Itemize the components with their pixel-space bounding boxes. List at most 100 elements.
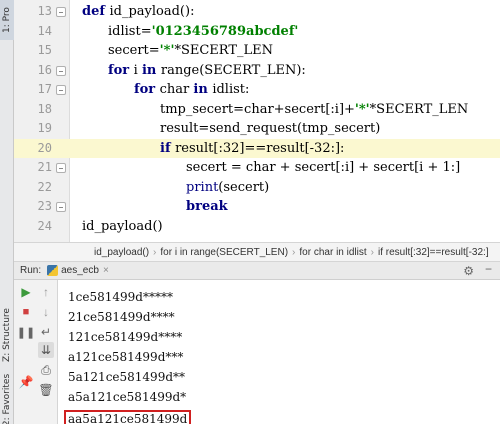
code-line[interactable]: 24 id_payload() xyxy=(14,217,500,237)
soft-wrap-icon[interactable]: ↵ xyxy=(38,324,54,340)
console-line-partial: --- ---- ----- xyxy=(68,280,124,286)
breadcrumb: id_payload() › for i in range(SECERT_LEN) ›… xyxy=(14,242,500,262)
line-number: 19 xyxy=(37,121,52,135)
code-text: tmp_secert=char+secert[:i]+'*'*SECERT_LE… xyxy=(160,100,468,120)
code-token: in xyxy=(141,62,161,78)
fold-marker-icon[interactable] xyxy=(56,65,66,76)
run-tab-label: aes_ecb xyxy=(61,265,99,276)
line-number: 13 xyxy=(37,4,52,18)
code-line[interactable]: 22 print(secert) xyxy=(14,178,500,198)
pause-icon[interactable]: ❚❚ xyxy=(17,324,35,340)
console-output[interactable]: --- ---- ----- 1ce581499d***** 21ce581499… xyxy=(58,280,500,424)
close-icon[interactable]: × xyxy=(103,265,109,276)
code-line[interactable]: 17 for char in idlist: xyxy=(14,80,500,100)
code-text: for i in range(SECERT_LEN): xyxy=(108,61,306,81)
code-text: result=send_request(tmp_secert) xyxy=(160,119,380,139)
code-editor[interactable]: 13 def id_payload(): 14 idlist='0123456789a… xyxy=(14,0,500,242)
line-number: 20 xyxy=(37,140,52,155)
minimize-icon[interactable]: − xyxy=(485,262,492,276)
code-token: (secert) xyxy=(218,179,270,195)
favorites-tool-tab[interactable]: 2: Favorites xyxy=(0,374,14,424)
code-text: secert='*'*SECERT_LEN xyxy=(108,41,273,61)
console-line: a5a121ce581499d* xyxy=(68,390,187,404)
breadcrumb-item[interactable]: for char in idlist xyxy=(299,247,366,258)
line-number: 16 xyxy=(37,62,52,77)
structure-tool-tab[interactable]: Z: Structure xyxy=(0,300,14,370)
line-number: 14 xyxy=(37,23,52,38)
code-token: '*' xyxy=(159,43,175,58)
code-line[interactable]: 14 idlist='0123456789abcdef' xyxy=(14,22,500,42)
breadcrumb-separator: › xyxy=(370,246,374,258)
console-line: 121ce581499d**** xyxy=(68,330,183,344)
code-text: secert = char + secert[:i] + secert[i + … xyxy=(186,158,460,178)
code-line[interactable]: 13 def id_payload(): xyxy=(14,2,500,22)
line-number: 24 xyxy=(37,218,52,233)
code-token: secert= xyxy=(108,43,160,58)
code-token: *SECERT_LEN xyxy=(174,43,273,58)
scroll-to-end-icon[interactable]: ⇊ xyxy=(38,342,54,358)
code-token: idlist: xyxy=(212,82,250,97)
breadcrumb-item[interactable]: if result[:32]==result[-32:] xyxy=(378,247,489,258)
breadcrumb-item[interactable]: for i in range(SECERT_LEN) xyxy=(160,247,288,258)
code-text: id_payload() xyxy=(82,217,163,237)
play-icon[interactable]: ▶ xyxy=(18,284,34,300)
print-icon[interactable]: ⎙ xyxy=(38,362,54,378)
code-text: if result[:32]==result[-32:]: xyxy=(160,139,344,159)
code-text: break xyxy=(186,197,228,217)
run-toolbar: ▶ ↑ ■ ↓ ↵ ❚❚ ⇊ ⎙ 📌 🗑 xyxy=(14,280,58,424)
stop-icon[interactable]: ■ xyxy=(18,304,34,320)
console-line: 5a121ce581499d** xyxy=(68,370,186,384)
arrow-down-icon[interactable]: ↓ xyxy=(38,304,54,320)
code-token: idlist= xyxy=(108,23,152,39)
gear-icon[interactable]: ⚙ xyxy=(463,264,474,278)
code-token: print xyxy=(186,179,219,195)
structure-tab-label: Z: Structure xyxy=(2,308,12,362)
code-line[interactable]: 19 result=send_request(tmp_secert) xyxy=(14,119,500,139)
code-text: def id_payload(): xyxy=(82,2,194,22)
code-token: in xyxy=(193,82,213,97)
code-token: *SECERT_LEN xyxy=(369,101,469,117)
breadcrumb-separator: › xyxy=(292,246,296,258)
code-token: if xyxy=(160,140,176,156)
project-tool-tab[interactable]: 1: Pro xyxy=(0,0,14,40)
breadcrumb-separator: › xyxy=(153,246,157,258)
trash-icon[interactable]: 🗑 xyxy=(38,382,54,398)
code-token: '*' xyxy=(354,101,370,117)
fold-marker-icon[interactable] xyxy=(56,85,66,95)
code-token: secert = char + secert[:i] + secert[i + … xyxy=(186,160,461,175)
code-token: id_payload() xyxy=(82,218,163,234)
console-line-highlighted: aa5a121ce581499d xyxy=(64,410,192,424)
code-token: def xyxy=(82,4,110,19)
code-line[interactable]: 21 secert = char + secert[:i] + secert[i … xyxy=(14,158,500,178)
code-line[interactable]: 20 if result[:32]==result[-32:]: xyxy=(14,138,500,159)
line-number: 18 xyxy=(37,101,52,116)
breadcrumb-item[interactable]: id_payload() xyxy=(94,247,149,258)
run-config-tab[interactable]: aes_ecb × xyxy=(47,265,109,276)
code-line[interactable]: 23 break xyxy=(14,197,500,217)
fold-marker-icon[interactable] xyxy=(56,163,66,173)
console-line: 21ce581499d**** xyxy=(68,310,175,324)
pin-icon[interactable]: 📌 xyxy=(18,374,34,390)
project-tab-label: 1: Pro xyxy=(2,7,12,33)
code-token: id_payload(): xyxy=(109,4,195,19)
code-line[interactable]: 16 for i in range(SECERT_LEN): xyxy=(14,61,500,81)
line-number: 15 xyxy=(37,43,52,57)
fold-marker-icon[interactable] xyxy=(56,202,66,212)
code-token: break xyxy=(186,199,228,214)
line-number: 21 xyxy=(37,160,52,174)
run-panel-header: Run: aes_ecb × ⚙ − xyxy=(14,262,500,280)
arrow-up-icon[interactable]: ↑ xyxy=(38,284,54,300)
console-line: 1ce581499d***** xyxy=(68,290,173,304)
code-text: print(secert) xyxy=(186,178,269,198)
code-token: i xyxy=(133,62,142,78)
code-text: idlist='0123456789abcdef' xyxy=(108,22,298,42)
left-tool-strip: 1: Pro Z: Structure 2: Favorites xyxy=(0,0,14,424)
code-text: for char in idlist: xyxy=(134,80,249,100)
code-token: tmp_secert=char+secert[:i]+ xyxy=(160,101,355,117)
code-line[interactable]: 15 secert='*'*SECERT_LEN xyxy=(14,41,500,61)
fold-marker-icon[interactable] xyxy=(56,7,66,17)
code-token: char xyxy=(159,82,194,97)
code-token: result[:32]==result[-32:]: xyxy=(175,140,345,156)
python-icon xyxy=(47,265,59,276)
code-line[interactable]: 18 tmp_secert=char+secert[:i]+'*'*SECERT_… xyxy=(14,100,500,120)
